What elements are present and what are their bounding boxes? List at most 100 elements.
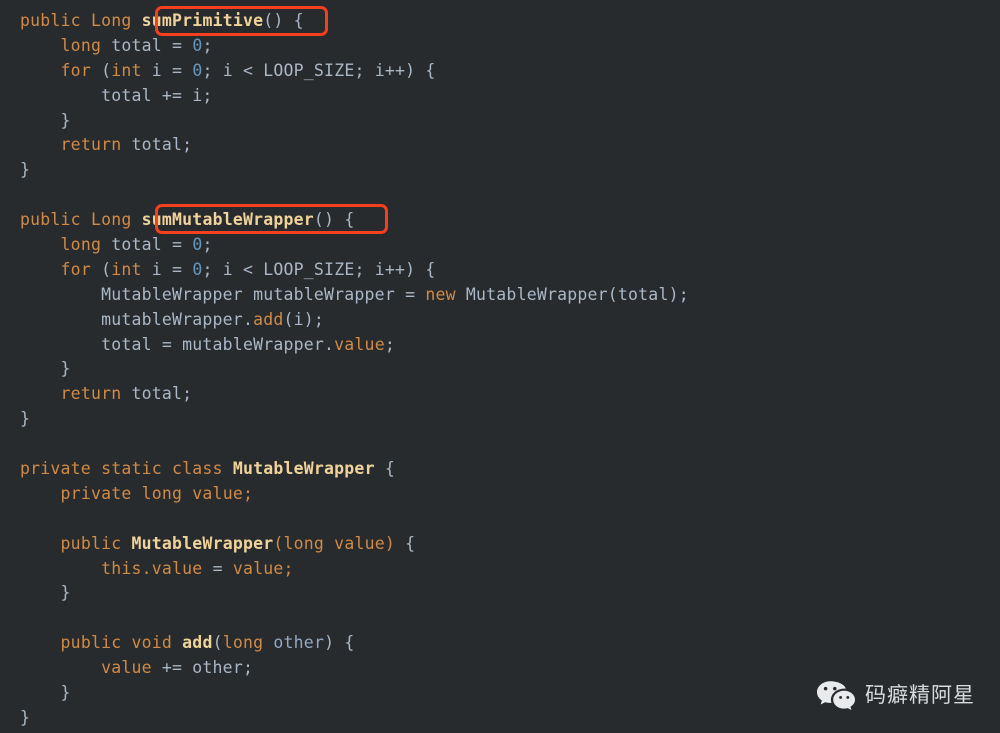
code-token: (i); [283, 309, 325, 329]
code-line: } [20, 109, 1000, 134]
code-token: int [111, 60, 142, 80]
watermark: 码癖精阿星 [816, 679, 975, 711]
code-token: () [263, 11, 284, 30]
code-line: total = mutableWrapper.value; [20, 333, 1000, 358]
code-token: total [101, 235, 173, 255]
code-token: long [60, 235, 102, 255]
code-token: .value [141, 558, 213, 578]
code-token: new [425, 284, 456, 304]
code-token: += other; [151, 658, 254, 678]
code-token: } [20, 583, 71, 603]
code-token: ; [202, 35, 213, 55]
code-token: private long value; [60, 483, 254, 503]
code-line: for (int i = 0; i < LOOP_SIZE; i++) { [20, 258, 1000, 283]
code-line: return total; [20, 382, 1000, 407]
code-token: value; [232, 558, 294, 578]
code-token: public void [60, 633, 173, 653]
code-token: total = mutableWrapper. [20, 334, 335, 354]
code-line: return total; [20, 133, 1000, 158]
watermark-label: 码癖精阿星 [865, 682, 975, 707]
code-token: } [20, 409, 31, 429]
code-token: add [182, 633, 213, 653]
code-token: } [20, 683, 71, 703]
code-token: MutableWrapper [232, 459, 375, 479]
code-token: value [334, 334, 385, 354]
code-token: } [20, 160, 31, 180]
code-token: () [313, 210, 335, 230]
code-token: long [222, 633, 264, 653]
code-token: ) [384, 533, 395, 553]
code-token: i = [141, 259, 193, 279]
code-line: long total = 0; [20, 233, 1000, 258]
code-token: Long [90, 210, 132, 230]
code-line: } [20, 357, 1000, 382]
code-token: MutableWrapper(total); [455, 284, 689, 304]
code-token: private static class [20, 459, 223, 479]
code-line: public void add(long other) { [20, 631, 1000, 656]
code-line: public Long sumPrimitive() { [20, 9, 1000, 34]
code-token: i = [141, 60, 193, 80]
code-token: total; [121, 384, 193, 404]
code-line: } [20, 581, 1000, 606]
code-token: MutableWrapper [131, 533, 274, 553]
code-token: ) { [324, 633, 355, 653]
code-token: { [395, 533, 416, 553]
code-token: 0 [192, 60, 203, 80]
code-block: public Long sumPrimitive() { long total … [0, 0, 1000, 731]
code-token: sumPrimitive [141, 11, 264, 30]
code-token: 0 [192, 259, 203, 279]
code-token: } [20, 359, 71, 379]
code-token: ( [90, 60, 112, 80]
code-token: other [273, 633, 325, 653]
code-line: private static class MutableWrapper { [20, 457, 1000, 482]
code-token: int [111, 259, 142, 279]
code-token: = [172, 235, 193, 255]
code-token: value [101, 658, 152, 678]
code-token: ( [273, 533, 284, 553]
code-token: public [20, 210, 81, 230]
code-token: { [283, 11, 304, 30]
code-token: ; i < LOOP_SIZE; i++) { [202, 60, 436, 80]
code-token: add [253, 309, 284, 329]
code-line: MutableWrapper mutableWrapper = new Muta… [20, 283, 1000, 308]
code-line: public MutableWrapper(long value) { [20, 532, 1000, 557]
code-token: Long [90, 11, 132, 30]
code-token: = [212, 558, 233, 578]
code-token: mutableWrapper. [20, 309, 254, 329]
code-token: this [101, 558, 142, 578]
code-token: total [101, 35, 173, 55]
code-token: = [172, 35, 193, 55]
code-screenshot: public Long sumPrimitive() { long total … [0, 0, 1000, 733]
code-line: long total = 0; [20, 34, 1000, 59]
code-token: sumMutableWrapper [141, 210, 314, 230]
code-token: ( [212, 633, 223, 653]
code-token: ; [202, 235, 213, 255]
code-line: for (int i = 0; i < LOOP_SIZE; i++) { [20, 59, 1000, 84]
code-token: { [374, 459, 395, 479]
code-line: public Long sumMutableWrapper() { [20, 208, 1000, 233]
code-token: return [60, 384, 122, 404]
wechat-icon [816, 679, 856, 711]
code-token: long [60, 35, 102, 55]
code-line: mutableWrapper.add(i); [20, 308, 1000, 333]
